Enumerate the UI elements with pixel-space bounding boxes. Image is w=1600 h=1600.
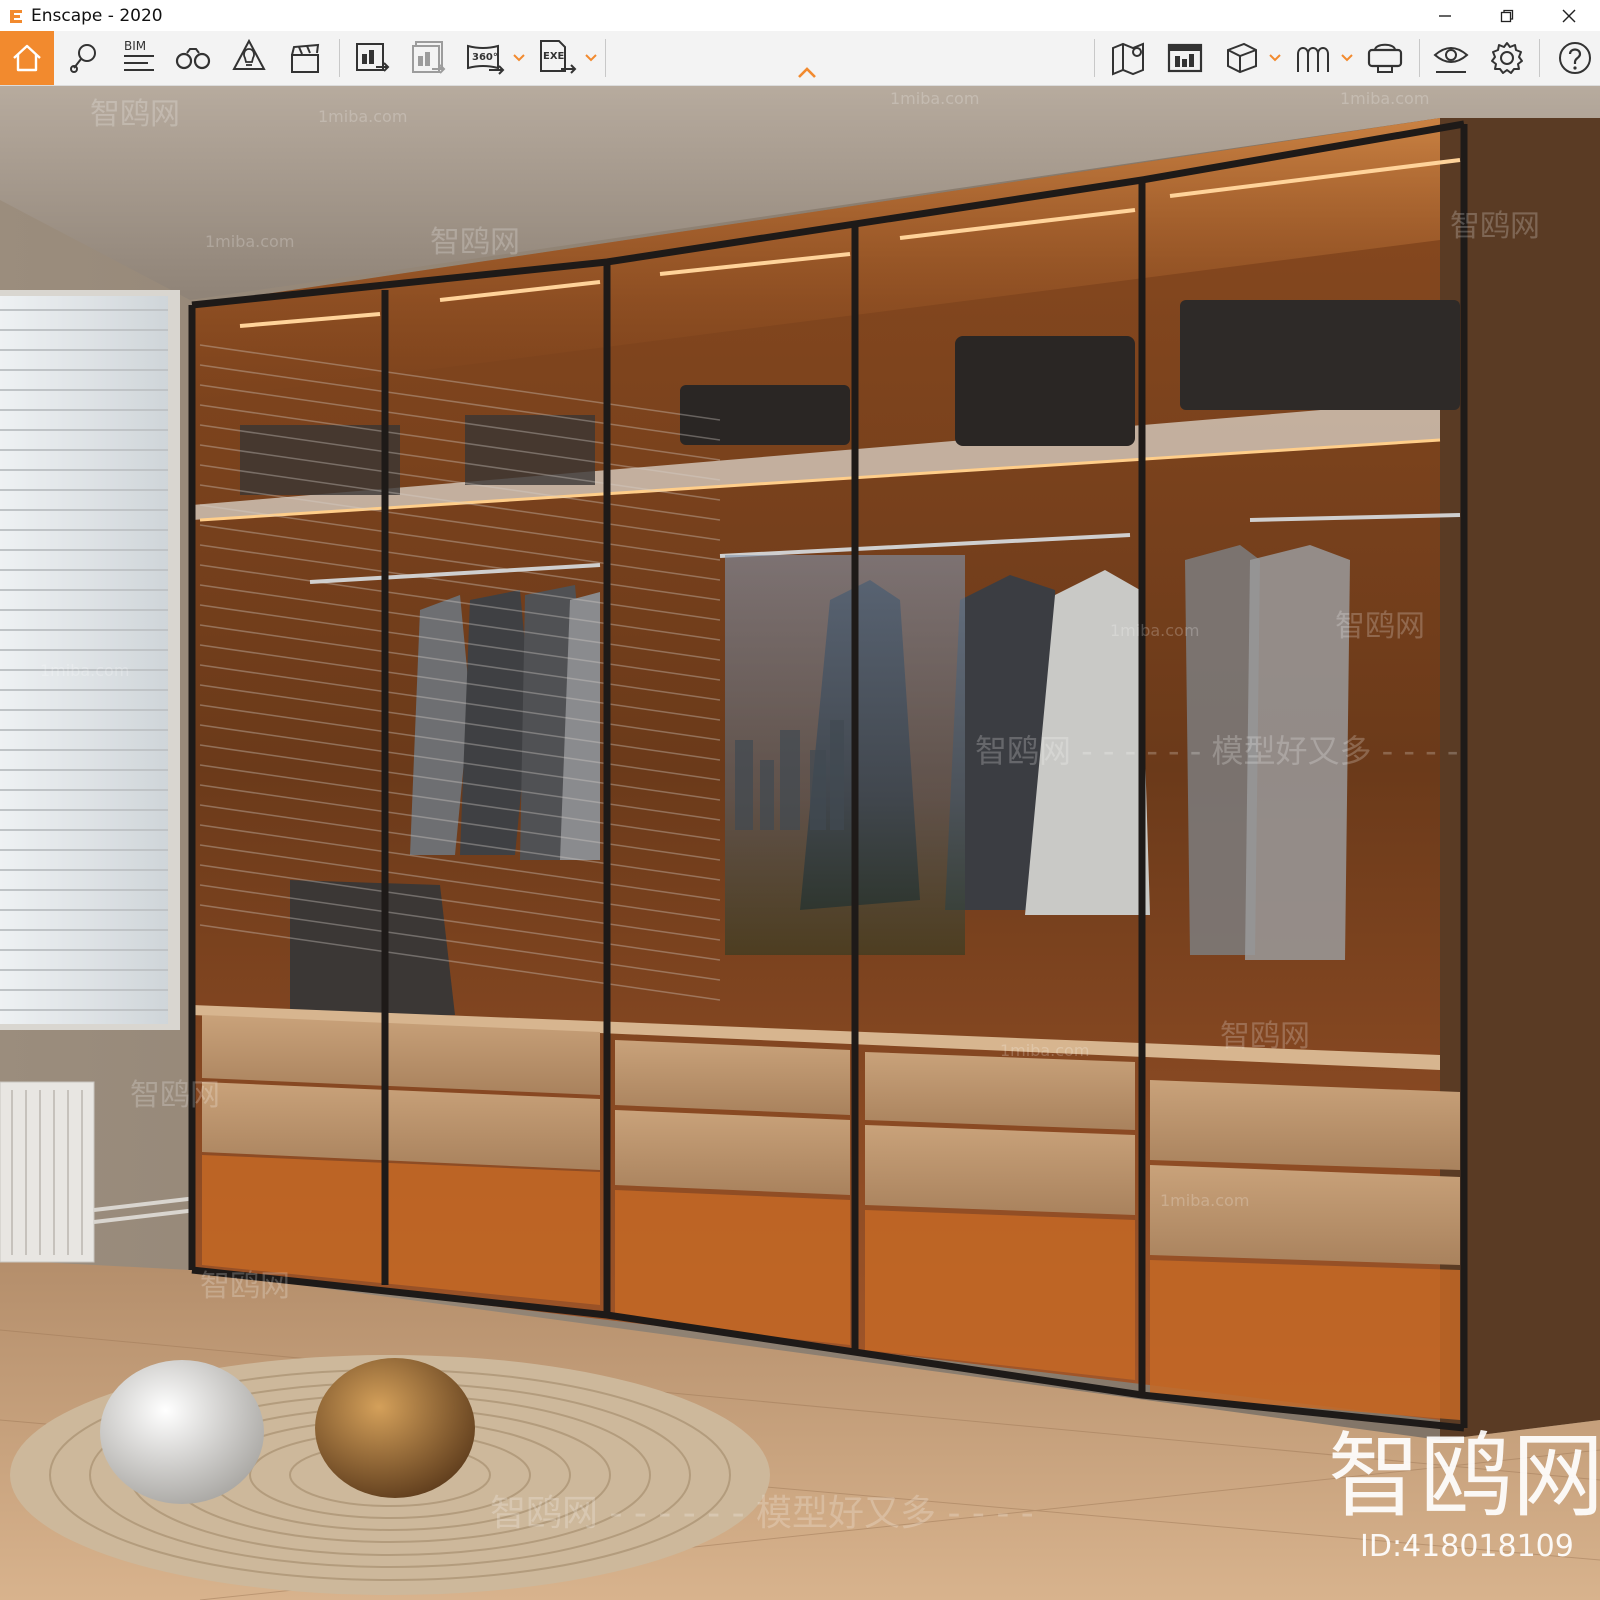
export-dropdown[interactable]: [584, 45, 598, 71]
clapperboard-icon: [291, 43, 320, 73]
watermark-chip: 智鸥网: [430, 225, 520, 260]
render-screenshot-icon: [356, 43, 390, 72]
map-icon: [1112, 42, 1144, 76]
watermark-chip: 智鸥网: [90, 97, 180, 132]
help-icon: [1559, 42, 1591, 74]
watermark-small: 1miba.com: [1340, 89, 1429, 108]
material-dropdown[interactable]: [1268, 45, 1282, 71]
watermark-chip: 智鸥网: [130, 1078, 220, 1113]
chevron-down-icon: [1341, 54, 1353, 62]
close-icon: [1562, 9, 1576, 22]
panorama-dropdown[interactable]: [512, 45, 526, 71]
minimize-button[interactable]: [1414, 0, 1476, 31]
batch-render-button[interactable]: [404, 31, 454, 85]
panorama-360-icon: 360°: [467, 44, 505, 75]
watermark-chip: 智鸥网: [200, 1269, 290, 1304]
bim-label: BIM: [124, 39, 146, 53]
close-button[interactable]: [1538, 0, 1600, 31]
brand-watermark: 智鸥网: [1328, 1423, 1600, 1530]
visibility-icon: [1433, 47, 1469, 73]
enscape-logo-icon: [6, 6, 26, 26]
watermark-small: 1miba.com: [1110, 621, 1199, 640]
asset-dropdown[interactable]: [1340, 45, 1354, 71]
export-exe-button[interactable]: EXE: [532, 31, 582, 85]
toolbar-separator: [1539, 39, 1540, 77]
restore-icon: [1500, 9, 1514, 22]
bim-button[interactable]: BIM: [112, 31, 162, 85]
help-button[interactable]: [1550, 31, 1600, 85]
home-button[interactable]: [0, 31, 54, 85]
image-id-label: ID:418018109: [1360, 1529, 1574, 1564]
toolbar-separator: [1419, 39, 1420, 77]
view-management-icon: [1167, 43, 1203, 73]
toolbar-separator: [605, 39, 606, 77]
binoculars-icon: [175, 48, 211, 70]
video-editor-button[interactable]: [280, 31, 330, 85]
asset-library-button[interactable]: [1288, 31, 1338, 85]
watermark-chip: 智鸥网: [1220, 1019, 1310, 1054]
light-view-button[interactable]: [224, 31, 274, 85]
watermark-small: 1miba.com: [1160, 1191, 1249, 1210]
chevron-up-icon: [798, 67, 816, 78]
watermark-chip: 智鸥网: [1335, 609, 1425, 644]
panorama-button[interactable]: 360°: [460, 31, 510, 85]
chevron-down-icon: [513, 54, 525, 62]
orthographic-button[interactable]: [168, 31, 218, 85]
watermark-line: 智鸥网 - - - - - - 模型好又多 - - - -: [975, 732, 1458, 770]
watermark-chip: 智鸥网: [1450, 209, 1540, 244]
lightbulb-icon: [232, 39, 266, 70]
watermark-small: 1miba.com: [890, 89, 979, 108]
settings-button[interactable]: [1482, 31, 1532, 85]
chevron-down-icon: [1269, 54, 1281, 62]
watermark-line: 智鸥网 - - - - - - 模型好又多 - - - -: [490, 1493, 1034, 1534]
batch-render-icon: [412, 41, 446, 74]
bim-icon: BIM: [124, 39, 154, 71]
restore-button[interactable]: [1476, 0, 1538, 31]
watermark-small: 1miba.com: [1000, 1041, 1089, 1060]
minimap-button[interactable]: [1104, 31, 1154, 85]
watermark-small: 1miba.com: [318, 107, 407, 126]
material-editor-button[interactable]: [1216, 31, 1266, 85]
toolbar-collapse-button[interactable]: [797, 64, 817, 83]
window-title: Enscape - 2020: [31, 5, 163, 26]
render-viewport[interactable]: 智鸥网 智鸥网 智鸥网 智鸥网 智鸥网 智鸥网 智鸥网 1miba.com 1m…: [0, 86, 1600, 1600]
enscape-window: Enscape - 2020 BIM 360° EXE 智鸥网 智鸥网 智鸥网 …: [0, 0, 1600, 1600]
cube-icon: [1227, 42, 1257, 74]
pano-badge: 360°: [472, 52, 498, 63]
watermark-small: 1miba.com: [205, 232, 294, 251]
views-button[interactable]: [58, 31, 108, 85]
toolbar-separator: [339, 39, 340, 77]
window-controls: [1414, 0, 1600, 31]
exe-badge: EXE: [543, 51, 565, 62]
visual-settings-button[interactable]: [1426, 31, 1476, 85]
chevron-down-icon: [585, 54, 597, 62]
map-pin-icon: [70, 44, 96, 73]
toolbar-separator: [1094, 39, 1095, 77]
minimize-icon: [1439, 14, 1451, 17]
render-image-button[interactable]: [348, 31, 398, 85]
settings-icon: [1491, 42, 1523, 74]
home-icon: [13, 44, 41, 72]
view-management-button[interactable]: [1160, 31, 1210, 85]
vr-headset-button[interactable]: [1360, 31, 1410, 85]
asset-library-icon: [1297, 47, 1329, 72]
watermark-small: 1miba.com: [40, 661, 129, 680]
title-bar: Enscape - 2020: [0, 0, 1600, 31]
vr-headset-icon: [1367, 43, 1403, 73]
export-exe-icon: EXE: [540, 40, 577, 74]
